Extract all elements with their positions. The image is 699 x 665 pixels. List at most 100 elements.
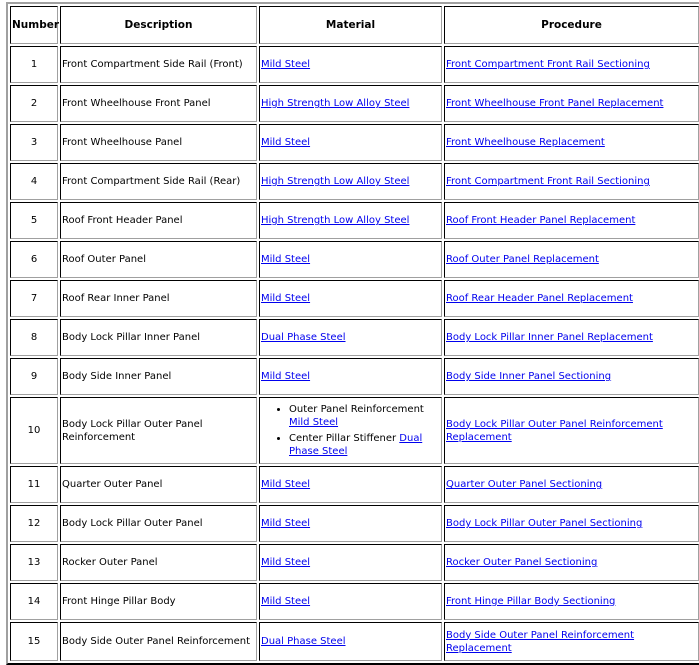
table-row: 5 Roof Front Header Panel High Strength … xyxy=(10,202,699,239)
row-number: 5 xyxy=(10,202,58,239)
material-list-item: Center Pillar Stiffener Dual Phase Steel xyxy=(289,432,440,458)
row-material: Dual Phase Steel xyxy=(259,319,442,356)
material-link[interactable]: High Strength Low Alloy Steel xyxy=(261,215,409,226)
procedure-link[interactable]: Roof Outer Panel Replacement xyxy=(446,254,599,265)
material-link[interactable]: Mild Steel xyxy=(261,371,310,382)
material-link[interactable]: Dual Phase Steel xyxy=(261,332,346,343)
row-number: 8 xyxy=(10,319,58,356)
header-procedure: Procedure xyxy=(444,6,699,44)
row-number: 1 xyxy=(10,46,58,83)
material-list-item: Outer Panel Reinforcement Mild Steel xyxy=(289,403,440,429)
table-row: 2 Front Wheelhouse Front Panel High Stre… xyxy=(10,85,699,122)
row-procedure: Front Wheelhouse Replacement xyxy=(444,124,699,161)
row-description: Roof Front Header Panel xyxy=(60,202,257,239)
row-number: 12 xyxy=(10,505,58,542)
material-link[interactable]: High Strength Low Alloy Steel xyxy=(261,98,409,109)
header-number: Number xyxy=(10,6,59,44)
row-number: 7 xyxy=(10,280,58,317)
row-description: Body Side Inner Panel xyxy=(60,358,257,395)
table-row: 6 Roof Outer Panel Mild Steel Roof Outer… xyxy=(10,241,699,278)
table-row: 8 Body Lock Pillar Inner Panel Dual Phas… xyxy=(10,319,699,356)
material-link[interactable]: Mild Steel xyxy=(261,557,310,568)
row-material: Mild Steel xyxy=(259,46,442,83)
material-link[interactable]: Mild Steel xyxy=(261,293,310,304)
row-procedure: Front Compartment Front Rail Sectioning xyxy=(444,163,699,200)
row-procedure: Body Side Inner Panel Sectioning xyxy=(444,358,699,395)
table-row: 9 Body Side Inner Panel Mild Steel Body … xyxy=(10,358,699,395)
part-label: Center Pillar Stiffener xyxy=(289,433,397,444)
table-row: 10 Body Lock Pillar Outer Panel Reinforc… xyxy=(10,397,699,464)
row-description: Body Lock Pillar Outer Panel xyxy=(60,505,257,542)
procedure-link[interactable]: Rocker Outer Panel Sectioning xyxy=(446,557,597,568)
table-row: 4 Front Compartment Side Rail (Rear) Hig… xyxy=(10,163,699,200)
row-material: Outer Panel Reinforcement Mild Steel Cen… xyxy=(259,397,442,464)
row-procedure: Rocker Outer Panel Sectioning xyxy=(444,544,699,581)
row-material: Mild Steel xyxy=(259,124,442,161)
procedure-link[interactable]: Front Hinge Pillar Body Sectioning xyxy=(446,596,615,607)
row-material: High Strength Low Alloy Steel xyxy=(259,163,442,200)
header-material: Material xyxy=(259,6,442,44)
procedure-link[interactable]: Front Compartment Front Rail Sectioning xyxy=(446,59,650,70)
row-material: Mild Steel xyxy=(259,466,442,503)
material-link[interactable]: Mild Steel xyxy=(289,417,338,428)
row-description: Body Side Outer Panel Reinforcement xyxy=(60,622,257,661)
procedure-link[interactable]: Body Side Inner Panel Sectioning xyxy=(446,371,611,382)
row-description: Front Wheelhouse Panel xyxy=(60,124,257,161)
material-link[interactable]: Mild Steel xyxy=(261,137,310,148)
row-number: 3 xyxy=(10,124,58,161)
row-number: 11 xyxy=(10,466,58,503)
table-row: 15 Body Side Outer Panel Reinforcement D… xyxy=(10,622,699,661)
material-link[interactable]: Mild Steel xyxy=(261,479,310,490)
table-row: 7 Roof Rear Inner Panel Mild Steel Roof … xyxy=(10,280,699,317)
row-number: 14 xyxy=(10,583,58,620)
row-description: Body Lock Pillar Inner Panel xyxy=(60,319,257,356)
row-procedure: Front Wheelhouse Front Panel Replacement xyxy=(444,85,699,122)
row-number: 4 xyxy=(10,163,58,200)
material-link[interactable]: Mild Steel xyxy=(261,518,310,529)
row-material: Dual Phase Steel xyxy=(259,622,442,661)
material-link[interactable]: Mild Steel xyxy=(261,596,310,607)
row-procedure: Body Lock Pillar Outer Panel Reinforceme… xyxy=(444,397,699,464)
table-row: 13 Rocker Outer Panel Mild Steel Rocker … xyxy=(10,544,699,581)
header-description: Description xyxy=(60,6,257,44)
row-description: Rocker Outer Panel xyxy=(60,544,257,581)
row-number: 15 xyxy=(10,622,58,661)
parts-table-container: Number Description Material Procedure 1 … xyxy=(6,2,699,665)
row-procedure: Quarter Outer Panel Sectioning xyxy=(444,466,699,503)
procedure-link[interactable]: Quarter Outer Panel Sectioning xyxy=(446,479,602,490)
row-material: High Strength Low Alloy Steel xyxy=(259,85,442,122)
row-material: High Strength Low Alloy Steel xyxy=(259,202,442,239)
row-material: Mild Steel xyxy=(259,358,442,395)
row-description: Quarter Outer Panel xyxy=(60,466,257,503)
procedure-link[interactable]: Front Compartment Front Rail Sectioning xyxy=(446,176,650,187)
procedure-link[interactable]: Front Wheelhouse Front Panel Replacement xyxy=(446,98,663,109)
material-link[interactable]: Mild Steel xyxy=(261,254,310,265)
row-material: Mild Steel xyxy=(259,241,442,278)
material-link[interactable]: High Strength Low Alloy Steel xyxy=(261,176,409,187)
row-number: 13 xyxy=(10,544,58,581)
procedure-link[interactable]: Body Side Outer Panel Reinforcement Repl… xyxy=(446,630,634,654)
row-procedure: Body Side Outer Panel Reinforcement Repl… xyxy=(444,622,699,661)
row-procedure: Roof Outer Panel Replacement xyxy=(444,241,699,278)
row-description: Front Compartment Side Rail (Rear) xyxy=(60,163,257,200)
material-link[interactable]: Mild Steel xyxy=(261,59,310,70)
row-procedure: Roof Rear Header Panel Replacement xyxy=(444,280,699,317)
row-description: Roof Rear Inner Panel xyxy=(60,280,257,317)
table-row: 12 Body Lock Pillar Outer Panel Mild Ste… xyxy=(10,505,699,542)
table-header-row: Number Description Material Procedure xyxy=(10,6,699,44)
table-row: 11 Quarter Outer Panel Mild Steel Quarte… xyxy=(10,466,699,503)
row-number: 9 xyxy=(10,358,58,395)
procedure-link[interactable]: Body Lock Pillar Inner Panel Replacement xyxy=(446,332,653,343)
row-description: Front Compartment Side Rail (Front) xyxy=(60,46,257,83)
procedure-link[interactable]: Roof Rear Header Panel Replacement xyxy=(446,293,633,304)
procedure-link[interactable]: Body Lock Pillar Outer Panel Reinforceme… xyxy=(446,419,663,443)
table-row: 3 Front Wheelhouse Panel Mild Steel Fron… xyxy=(10,124,699,161)
row-procedure: Body Lock Pillar Outer Panel Sectioning xyxy=(444,505,699,542)
table-row: 14 Front Hinge Pillar Body Mild Steel Fr… xyxy=(10,583,699,620)
procedure-link[interactable]: Front Wheelhouse Replacement xyxy=(446,137,605,148)
procedure-link[interactable]: Roof Front Header Panel Replacement xyxy=(446,215,635,226)
row-material: Mild Steel xyxy=(259,544,442,581)
row-description: Front Hinge Pillar Body xyxy=(60,583,257,620)
procedure-link[interactable]: Body Lock Pillar Outer Panel Sectioning xyxy=(446,518,642,529)
material-link[interactable]: Dual Phase Steel xyxy=(261,636,346,647)
